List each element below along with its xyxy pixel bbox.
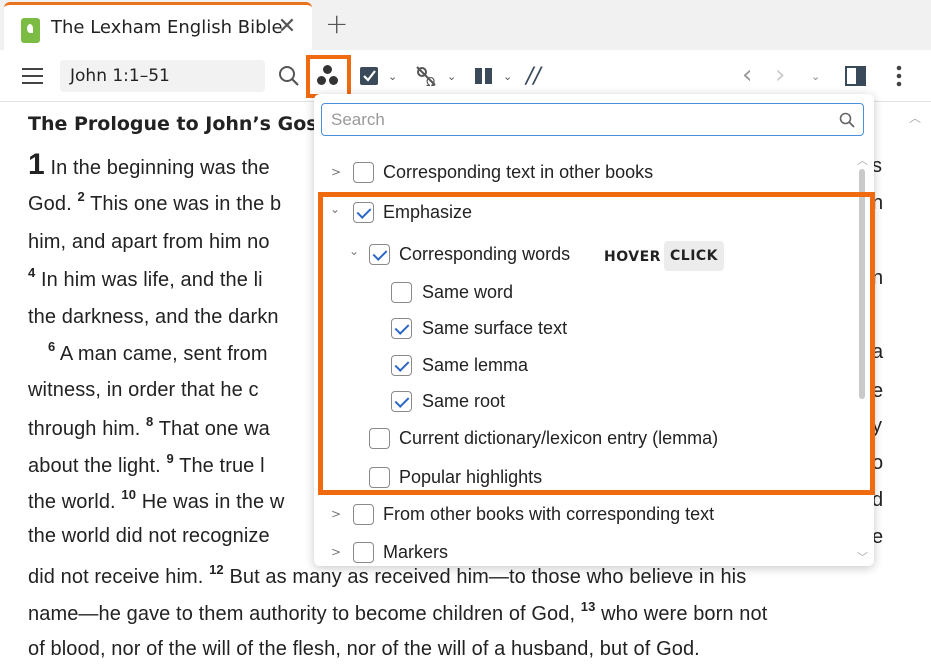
back-arrow-icon[interactable]: ‹	[742, 60, 752, 90]
panel-search-input[interactable]	[322, 104, 832, 135]
checkbox[interactable]	[353, 202, 374, 223]
forward-arrow-icon[interactable]: ›	[775, 60, 785, 90]
verse-line: God. 2 This one was in the b	[28, 189, 282, 215]
checkbox[interactable]	[369, 428, 390, 449]
visual-filters-panel: ︿ ﹀ > Corresponding text in other books …	[314, 94, 874, 566]
checkbox[interactable]	[369, 244, 390, 265]
verse-line: through him. 8 That one wa	[28, 414, 270, 440]
verse-number: 12	[209, 562, 224, 577]
verse-line: him, and apart from him no	[28, 231, 270, 253]
filter-item-same-root[interactable]: Same root	[314, 389, 854, 419]
chevron-down-icon[interactable]: ⌄	[503, 70, 512, 83]
checkbox[interactable]	[353, 504, 374, 525]
verse-line: 4 In him was life, and the li	[28, 265, 263, 291]
search-icon[interactable]	[839, 112, 855, 128]
filter-item-dictionary-entry[interactable]: Current dictionary/lexicon entry (lemma)	[314, 426, 854, 456]
verse-line: name—he gave to them authority to become…	[28, 599, 768, 625]
tab-lexham-english-bible[interactable]: The Lexham English Bible ✕	[4, 2, 312, 50]
verse-line: the darkness, and the darkn	[28, 306, 279, 328]
bible-icon	[21, 18, 40, 43]
filter-item-same-word[interactable]: Same word	[314, 280, 854, 310]
filter-item-emphasize[interactable]: ⌄ Emphasize	[314, 198, 854, 228]
parallel-resources-button[interactable]: //	[526, 64, 541, 89]
panel-search-box	[321, 103, 864, 136]
panel-scroll-up-icon[interactable]: ︿	[857, 152, 868, 168]
chevron-down-icon[interactable]: ⌄	[388, 70, 397, 83]
chevron-right-icon[interactable]: >	[331, 165, 341, 179]
verse-line: 1 In the beginning was the	[28, 148, 270, 181]
filter-item-same-surface-text[interactable]: Same surface text	[314, 316, 854, 346]
close-icon[interactable]: ✕	[277, 15, 297, 39]
reference-input[interactable]: John 1:1–51	[60, 60, 265, 92]
chevron-down-icon[interactable]: ⌄	[330, 202, 340, 216]
hamburger-icon[interactable]	[22, 68, 43, 85]
search-icon[interactable]	[278, 65, 300, 87]
hover-mode-button[interactable]: HOVER	[604, 249, 661, 265]
checkbox[interactable]	[391, 391, 412, 412]
filter-item-same-lemma[interactable]: Same lemma	[314, 353, 854, 383]
svg-text:Ω: Ω	[426, 75, 435, 88]
filter-item-corresponding-text[interactable]: > Corresponding text in other books	[314, 159, 854, 189]
checkbox[interactable]	[391, 282, 412, 303]
panel-scrollbar[interactable]	[859, 169, 865, 399]
verse-number: 13	[580, 599, 596, 614]
checkbox[interactable]	[391, 355, 412, 376]
layout-icon[interactable]	[845, 64, 867, 88]
verse-line: of blood, nor of the will of the flesh, …	[28, 638, 700, 660]
columns-icon[interactable]	[474, 64, 494, 88]
chapter-number: 1	[28, 148, 45, 181]
filter-item-corresponding-words[interactable]: ⌄ Corresponding words HOVER CLICK	[314, 240, 854, 271]
panel-scroll-down-icon[interactable]: ﹀	[857, 549, 868, 565]
verse-line: the world. 10 He was in the w	[28, 487, 285, 513]
interlinear-icon[interactable]: Ω	[414, 64, 440, 88]
chevron-right-icon[interactable]: >	[331, 545, 341, 559]
verse-line: about the light. 9 The true l	[28, 451, 265, 477]
verse-line: the world did not recognize	[28, 525, 270, 547]
verse-number: 6	[48, 339, 56, 354]
plus-icon[interactable]: +	[325, 10, 348, 38]
more-icon[interactable]	[893, 64, 905, 88]
verse-line: 6 A man came, sent from	[48, 339, 268, 365]
visual-filters-button[interactable]	[306, 55, 351, 98]
filter-item-markers[interactable]: > Markers	[314, 539, 854, 566]
checkbox[interactable]	[353, 542, 374, 563]
tab-title: The Lexham English Bible	[51, 17, 283, 38]
verse-number: 2	[77, 189, 85, 204]
checklist-icon[interactable]	[359, 64, 381, 88]
verse-number: 9	[166, 451, 174, 466]
chevron-right-icon[interactable]: >	[331, 507, 341, 521]
checkbox[interactable]	[353, 162, 374, 183]
filter-item-popular-highlights[interactable]: Popular highlights	[314, 465, 854, 495]
verse-line: witness, in order that he c	[28, 379, 259, 401]
chevron-down-icon[interactable]: ⌄	[349, 244, 359, 258]
click-mode-button[interactable]: CLICK	[664, 241, 725, 271]
verse-number: 10	[121, 487, 137, 502]
filter-item-other-books[interactable]: > From other books with corresponding te…	[314, 501, 854, 531]
section-heading: The Prologue to John’s Gospe	[28, 113, 345, 135]
checkbox[interactable]	[369, 467, 390, 488]
verse-number: 4	[28, 265, 36, 280]
verse-line: did not receive him. 12 But as many as r…	[28, 562, 747, 588]
history-chevron-icon[interactable]: ⌄	[811, 70, 820, 83]
scroll-up-icon[interactable]: ︿	[909, 109, 921, 126]
tab-strip: The Lexham English Bible ✕ +	[0, 0, 931, 50]
chevron-down-icon[interactable]: ⌄	[447, 70, 456, 83]
checkbox[interactable]	[391, 318, 412, 339]
verse-number: 8	[146, 414, 154, 429]
